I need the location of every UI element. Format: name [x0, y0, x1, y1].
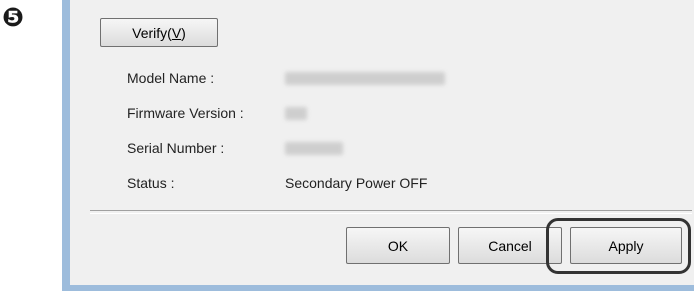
- ok-button[interactable]: OK: [346, 227, 450, 264]
- model-name-label: Model Name :: [127, 70, 215, 86]
- button-separator: [90, 210, 692, 214]
- cancel-button-label: Cancel: [488, 237, 532, 254]
- status-label: Status :: [127, 175, 175, 191]
- step-number-badge: ❺: [2, 3, 25, 33]
- window-frame-bottom-edge: [62, 285, 694, 291]
- apply-button-highlight: [546, 218, 691, 274]
- window-frame-left-edge: [62, 0, 70, 291]
- firmware-version-value-redacted: [285, 107, 307, 120]
- firmware-version-label: Firmware Version :: [127, 105, 244, 121]
- model-name-value-redacted: [285, 72, 445, 85]
- verify-button[interactable]: Verify(V): [100, 18, 218, 47]
- verify-button-label: Verify(V): [132, 24, 186, 41]
- ok-button-label: OK: [387, 237, 409, 254]
- status-value: Secondary Power OFF: [285, 175, 428, 191]
- serial-number-label: Serial Number :: [127, 140, 225, 156]
- serial-number-value-redacted: [285, 142, 343, 155]
